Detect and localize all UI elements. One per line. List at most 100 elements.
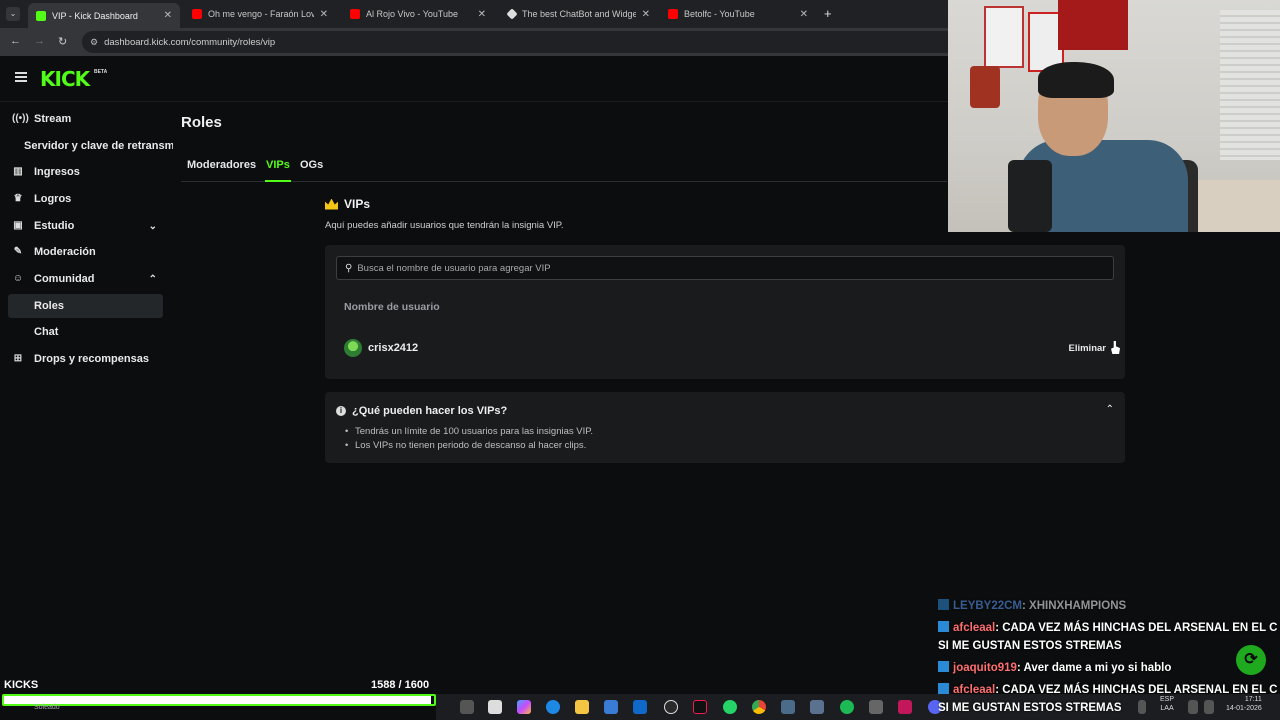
search-placeholder: Busca el nombre de usuario para agregar … — [357, 262, 551, 274]
chat-username: afcleaal — [953, 684, 996, 696]
chat-username: joaquito919 — [953, 662, 1017, 674]
close-icon[interactable]: ✕ — [800, 9, 808, 20]
close-icon[interactable]: ✕ — [478, 9, 486, 20]
kicks-goal-label: KICKS — [4, 679, 39, 691]
sidebar-item-label: Roles — [34, 300, 64, 312]
kick-icon — [36, 10, 46, 21]
chat-message: LEYBY22CM: XHINXHAMPIONS — [938, 598, 1280, 614]
chat-text: : CADA VEZ MÁS HINCHAS DEL ARSENAL EN EL… — [995, 684, 1278, 696]
sidebar-item-drops[interactable]: ⊞ Drops y recompensas — [8, 347, 163, 371]
sidebar-item-estudio[interactable]: ▣ Estudio ⌄ — [8, 214, 163, 238]
weather-widget[interactable]: Soleado — [34, 704, 60, 711]
chat-text: : CADA VEZ MÁS HINCHAS DEL ARSENAL EN EL… — [995, 622, 1278, 634]
roles-tabs: Moderadores VIPs OGs — [181, 157, 947, 182]
chart-icon: ▥ — [13, 166, 23, 177]
browser-tab[interactable]: Betolfc - YouTube ✕ — [660, 3, 816, 25]
whatsapp-icon[interactable] — [723, 700, 737, 714]
browser-tab[interactable]: VIP - Kick Dashboard ✕ — [28, 3, 180, 28]
sidebar-item-label: Ingresos — [34, 166, 80, 178]
close-icon[interactable]: ✕ — [164, 10, 172, 21]
chevron-up-icon: ⌃ — [148, 273, 157, 285]
back-arrow-icon[interactable]: ← — [10, 35, 21, 47]
store-icon[interactable] — [604, 700, 618, 714]
obs-icon[interactable] — [664, 700, 678, 714]
app-icon[interactable] — [488, 700, 502, 714]
chat-message: joaquito919: Aver dame a mi yo si hablo — [938, 660, 1280, 676]
chat-message-continued: SI ME GUSTAN ESTOS STREMAS — [938, 700, 1280, 716]
wall-badge — [970, 66, 1000, 108]
chevron-up-icon[interactable]: ⌃ — [1106, 404, 1114, 415]
tab-title: Betolfc - YouTube — [684, 9, 755, 19]
app-icon[interactable] — [869, 700, 883, 714]
site-info-icon[interactable]: ⚙ — [90, 37, 98, 48]
browser-tab[interactable]: Oh me vengo - Faraón Love Sh ✕ — [184, 3, 336, 25]
sidebar-item-chat[interactable]: Chat — [8, 320, 163, 344]
kick-badge-icon — [938, 661, 949, 672]
window-blinds — [1220, 10, 1280, 160]
broadcast-icon: ((•)) — [12, 113, 29, 124]
remove-vip-button[interactable]: Eliminar — [1060, 338, 1114, 358]
refresh-circle-icon[interactable]: ⟳ — [1236, 645, 1266, 675]
sidebar-item-ingresos[interactable]: ▥ Ingresos — [8, 160, 163, 184]
edge-icon[interactable] — [546, 700, 560, 714]
chat-message-continued: SI ME GUSTAN ESTOS STREMAS — [938, 638, 1280, 654]
sidebar-item-label: Comunidad — [34, 273, 95, 285]
tab-vips[interactable]: VIPs — [266, 159, 290, 171]
chat-username: LEYBY22CM — [953, 600, 1023, 612]
url-text: dashboard.kick.com/community/roles/vip — [104, 36, 276, 48]
tab-ogs[interactable]: OGs — [300, 159, 323, 171]
close-icon[interactable]: ✕ — [320, 9, 328, 20]
hamburger-menu-icon[interactable] — [15, 72, 27, 82]
sidebar-item-stream[interactable]: ((•)) Stream — [8, 107, 163, 131]
sidebar-item-label: Drops y recompensas — [34, 353, 149, 365]
tab-moderadores[interactable]: Moderadores — [187, 159, 256, 171]
community-icon: ☺ — [12, 273, 24, 284]
vip-username[interactable]: crisx2412 — [368, 342, 418, 354]
button-label: Eliminar — [1068, 342, 1107, 354]
username-column-header: Nombre de usuario — [344, 301, 440, 313]
spotify-icon[interactable] — [840, 700, 854, 714]
app-icon[interactable] — [781, 700, 795, 714]
browser-tab[interactable]: The best ChatBot and Widgets ✕ — [500, 3, 658, 25]
table-row: crisx2412 Eliminar — [344, 338, 1120, 358]
kicks-progress-bar — [2, 694, 436, 706]
active-tab-underline — [265, 180, 291, 182]
tab-search-icon[interactable]: ⌄ — [6, 7, 20, 21]
tiktok-icon[interactable] — [693, 700, 707, 714]
chat-message: afcleaal: CADA VEZ MÁS HINCHAS DEL ARSEN… — [938, 682, 1280, 698]
app-icon[interactable] — [810, 700, 824, 714]
sidebar-item-label: Estudio — [34, 220, 75, 232]
sidebar-item-comunidad[interactable]: ☺ Comunidad ⌃ — [8, 267, 163, 291]
sidebar-item-roles[interactable]: Roles — [8, 294, 163, 318]
microphone — [1008, 160, 1052, 232]
avatar — [344, 339, 362, 357]
chrome-icon[interactable] — [752, 700, 766, 714]
kick-logo[interactable]: KICK — [40, 67, 90, 91]
sidebar-item-label: Chat — [34, 326, 59, 338]
app-icon[interactable] — [898, 700, 912, 714]
close-icon[interactable]: ✕ — [642, 9, 650, 20]
person-hair — [1038, 62, 1114, 98]
sidebar-item-logros[interactable]: ♛ Logros — [8, 187, 163, 211]
forward-arrow-icon[interactable]: → — [34, 35, 45, 47]
browser-tab[interactable]: Al Rojo Vivo - YouTube ✕ — [342, 3, 494, 25]
taskview-icon[interactable] — [460, 700, 474, 714]
vip-search-input[interactable]: ⚲ Busca el nombre de usuario para agrega… — [336, 256, 1114, 280]
chat-text: SI ME GUSTAN ESTOS STREMAS — [938, 702, 1122, 714]
chatbot-icon — [506, 8, 518, 20]
chat-text: : XHINXHAMPIONS — [1022, 600, 1127, 612]
copilot-icon[interactable] — [517, 700, 531, 714]
faq-item: Los VIPs no tienen periodo de descanso a… — [345, 440, 586, 451]
folder-icon[interactable] — [575, 700, 589, 714]
vip-section-heading: VIPs — [325, 197, 370, 211]
reload-icon[interactable]: ↻ — [58, 35, 67, 48]
studio-icon: ▣ — [13, 220, 23, 231]
sidebar-item-moderacion[interactable]: ✎ Moderación — [8, 240, 163, 264]
sidebar-item-server-key[interactable]: Servidor y clave de retransm — [8, 134, 173, 158]
new-tab-plus-icon[interactable]: + — [824, 6, 832, 21]
outlook-icon[interactable] — [633, 700, 647, 714]
vip-faq-panel[interactable]: i ¿Qué pueden hacer los VIPs? ⌃ Tendrás … — [325, 392, 1125, 463]
kick-badge-icon — [938, 599, 949, 610]
gift-icon: ⊞ — [13, 353, 23, 364]
faq-title: i ¿Qué pueden hacer los VIPs? — [336, 405, 507, 417]
